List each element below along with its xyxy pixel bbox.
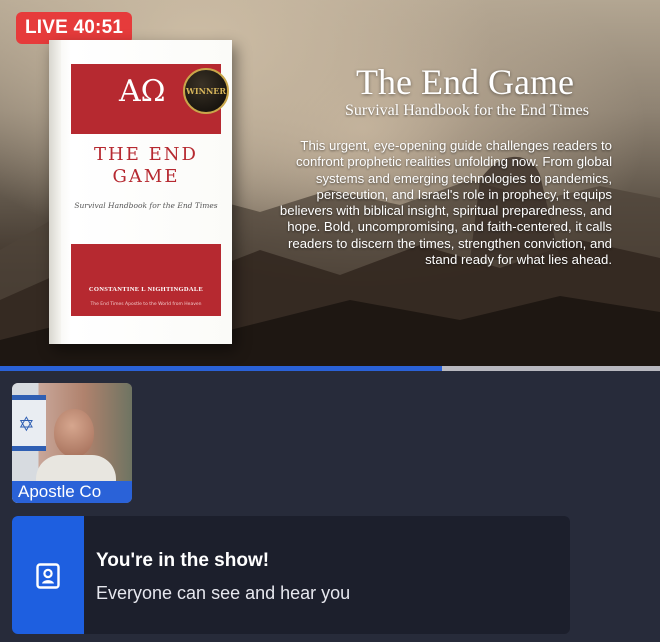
book-spine xyxy=(49,40,61,344)
book-cover-author: CONSTANTINE L NIGHTINGDALE xyxy=(88,286,204,293)
book-cover-title: THE END GAME xyxy=(94,144,198,187)
book-cover: AΩ WINNER THE END GAME Survival Handbook… xyxy=(49,40,232,344)
person-badge-icon xyxy=(36,563,60,589)
stream-banner: LIVE 40:51 AΩ WINNER THE END GAME Surviv… xyxy=(0,0,660,366)
participant-tile[interactable]: ✡ Apostle Co xyxy=(12,383,132,503)
israel-flag: ✡ xyxy=(12,395,46,451)
show-notification: You're in the show! Everyone can see and… xyxy=(12,516,570,634)
notification-icon-panel xyxy=(12,516,84,634)
alpha-omega-logo: AΩ xyxy=(119,74,166,109)
participant-name-label: Apostle Co xyxy=(12,481,132,503)
stream-progress-fill xyxy=(0,366,443,371)
book-cover-subtitle: Survival Handbook for the End Times xyxy=(74,201,218,210)
star-of-david-icon: ✡ xyxy=(18,412,35,436)
notification-title: You're in the show! xyxy=(96,550,270,571)
banner-title: The End Game xyxy=(356,62,574,102)
book-cover-tagline: The End Times Apostle to the World from … xyxy=(90,302,202,307)
stream-progress-bar xyxy=(0,366,660,371)
banner-subtitle: Survival Handbook for the End Times xyxy=(345,102,589,119)
participant-face xyxy=(54,409,94,457)
banner-description: This urgent, eye-opening guide challenge… xyxy=(279,138,612,268)
winner-seal: WINNER xyxy=(183,68,229,114)
notification-body: Everyone can see and hear you xyxy=(96,583,351,603)
